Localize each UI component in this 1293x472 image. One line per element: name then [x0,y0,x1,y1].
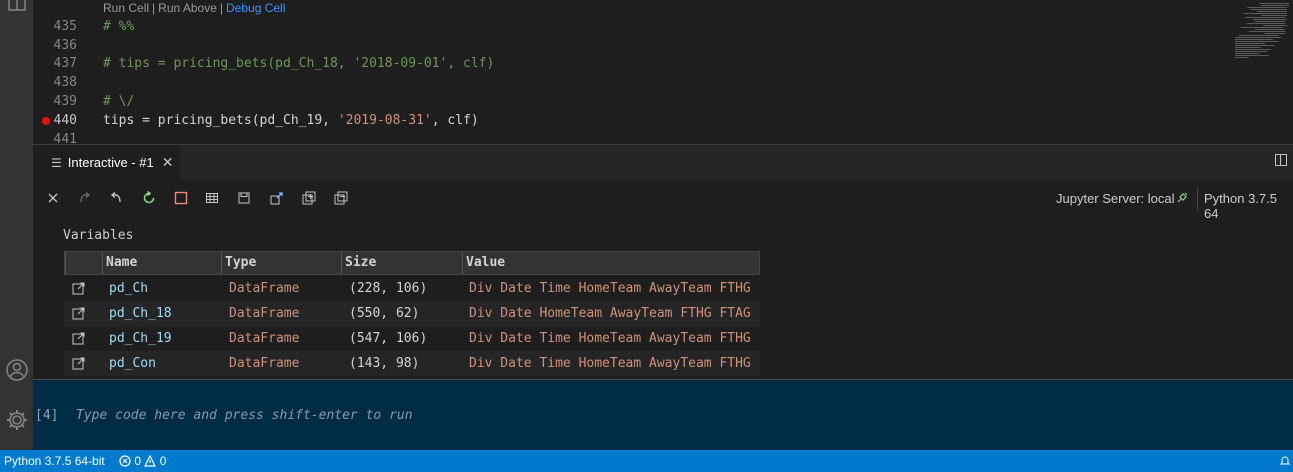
code-line[interactable]: 435 # %% [33,17,1213,36]
var-type: DataFrame [229,281,300,296]
clear-icon[interactable] [44,189,62,207]
plug-icon[interactable] [1175,191,1189,205]
error-count: 0 [134,454,142,468]
undo-icon[interactable] [107,189,125,207]
var-type: DataFrame [229,356,300,371]
error-icon [119,455,131,467]
run-above-link[interactable]: Run Above [158,1,217,15]
tab-label: Interactive - #1 [67,155,154,170]
code-text: # \/ [103,94,135,109]
list-icon: ☰ [51,155,62,170]
export-icon[interactable] [268,189,286,207]
var-name: pd_Ch_19 [109,331,172,346]
code-line[interactable]: 439 # \/ [33,92,1213,111]
warning-icon [144,454,157,467]
code-text: # %% [103,19,135,34]
code-line-active[interactable]: 440 tips = pricing_bets(pd_Ch_19, '2019-… [33,111,1213,130]
run-cell-link[interactable]: Run Cell [103,1,149,15]
code-line[interactable]: 438 [33,73,1213,92]
account-icon[interactable] [0,358,33,382]
line-number: 441 [53,132,77,144]
split-editor-icon[interactable] [1275,154,1287,166]
warning-count: 0 [159,454,167,468]
var-name: pd_Ch [109,281,149,296]
var-size: (547, 106) [349,331,428,346]
grid-header-blank [65,252,102,274]
line-number: 436 [53,38,77,53]
var-value: Div Date Time HomeTeam AwayTeam FTHG [469,281,751,296]
line-number: 438 [53,75,77,90]
table-row[interactable]: pd_Ch_18 DataFrame (550, 62) Div Date Ho… [64,301,760,326]
var-name: pd_Ch_18 [109,306,172,321]
grid-header-size[interactable]: Size [341,252,462,274]
line-number: 435 [53,19,77,34]
codelens: Run Cell | Run Above | Debug Cell [103,1,285,15]
code-line[interactable]: 436 [33,36,1213,55]
toolbar-divider [1197,187,1198,211]
execution-count: [4] [35,408,59,423]
open-data-viewer-icon[interactable] [72,306,86,320]
expand-all-icon[interactable] [300,189,318,207]
var-name: pd_Con [109,356,156,371]
debug-cell-link[interactable]: Debug Cell [226,1,285,15]
minimap[interactable] [1221,0,1293,144]
collapse-all-icon[interactable] [332,189,350,207]
var-type: DataFrame [229,331,300,346]
code-line[interactable]: 437 # tips = pricing_bets(pd_Ch_18, '201… [33,54,1213,73]
line-number: 439 [53,94,77,109]
notifications-icon[interactable] [1279,450,1291,472]
open-data-viewer-icon[interactable] [72,281,86,295]
code-text: tips = pricing_bets(pd_Ch_19, '2019-08-3… [103,111,479,130]
var-value: Div Date HomeTeam AwayTeam FTHG FTAG [469,306,751,321]
code-string: '2019-08-31' [337,113,432,128]
status-bar: Python 3.7.5 64-bit 0 0 [0,450,1293,472]
interactive-window: Jupyter Server: local Python 3.7.5 64 Va… [33,180,1293,379]
code-editor[interactable]: Run Cell | Run Above | Debug Cell 435 # %% 4… [33,0,1293,144]
code-input-area[interactable]: [4] Type code here and press shift-enter… [33,379,1293,451]
var-size: (550, 62) [349,306,420,321]
code-token: , clf) [431,113,479,128]
problems-indicator[interactable]: 0 0 [119,450,166,472]
variables-grid: Name Type Size Value pd_Ch DataFrame (22… [64,251,760,376]
close-icon[interactable]: ✕ [162,154,174,171]
var-type: DataFrame [229,306,300,321]
code-line[interactable]: 441 [33,130,1213,144]
code-text: # tips = pricing_bets(pd_Ch_18, '2018-09… [103,56,495,71]
table-row[interactable]: pd_Con DataFrame (143, 98) Div Date Time… [64,351,760,376]
tab-interactive[interactable]: ☰ Interactive - #1 ✕ [33,145,180,180]
codelens-separator: | [219,1,223,15]
codelens-separator: | [152,1,156,15]
kernel-status[interactable]: Python 3.7.5 64 [1204,191,1293,221]
open-data-viewer-icon[interactable] [72,331,86,345]
code-token: tips = pricing_bets(pd_Ch_19, [103,113,338,128]
line-number: 437 [53,56,77,71]
interactive-tab-bar: ☰ Interactive - #1 ✕ [33,144,1293,180]
table-row[interactable]: pd_Ch_19 DataFrame (547, 106) Div Date T… [64,326,760,351]
restart-icon[interactable] [140,189,158,207]
table-row[interactable]: pd_Ch DataFrame (228, 106) Div Date Time… [64,276,760,301]
interrupt-icon[interactable] [172,189,190,207]
variables-title: Variables [63,228,134,243]
var-size: (143, 98) [349,356,420,371]
python-interpreter[interactable]: Python 3.7.5 64-bit [4,450,105,472]
gear-icon[interactable] [0,408,33,432]
save-icon[interactable] [235,189,253,207]
code-input-placeholder[interactable]: Type code here and press shift-enter to … [76,408,413,423]
jupyter-server-status[interactable]: Jupyter Server: local [1056,191,1175,206]
grid-header-value[interactable]: Value [462,252,759,274]
var-value: Div Date Time HomeTeam AwayTeam FTHG [469,331,751,346]
grid-header-name[interactable]: Name [102,252,221,274]
grid-header: Name Type Size Value [64,251,760,275]
grid-header-type[interactable]: Type [221,252,341,274]
var-value: Div Date Time HomeTeam AwayTeam FTHG [469,356,751,371]
redo-icon[interactable] [76,189,94,207]
files-icon[interactable] [0,0,33,12]
interactive-toolbar: Jupyter Server: local Python 3.7.5 64 [33,180,1293,221]
open-data-viewer-icon[interactable] [72,356,86,370]
var-size: (228, 106) [349,281,428,296]
variables-icon[interactable] [203,189,221,207]
line-number: 440 [53,113,77,128]
activity-bar [0,0,33,450]
